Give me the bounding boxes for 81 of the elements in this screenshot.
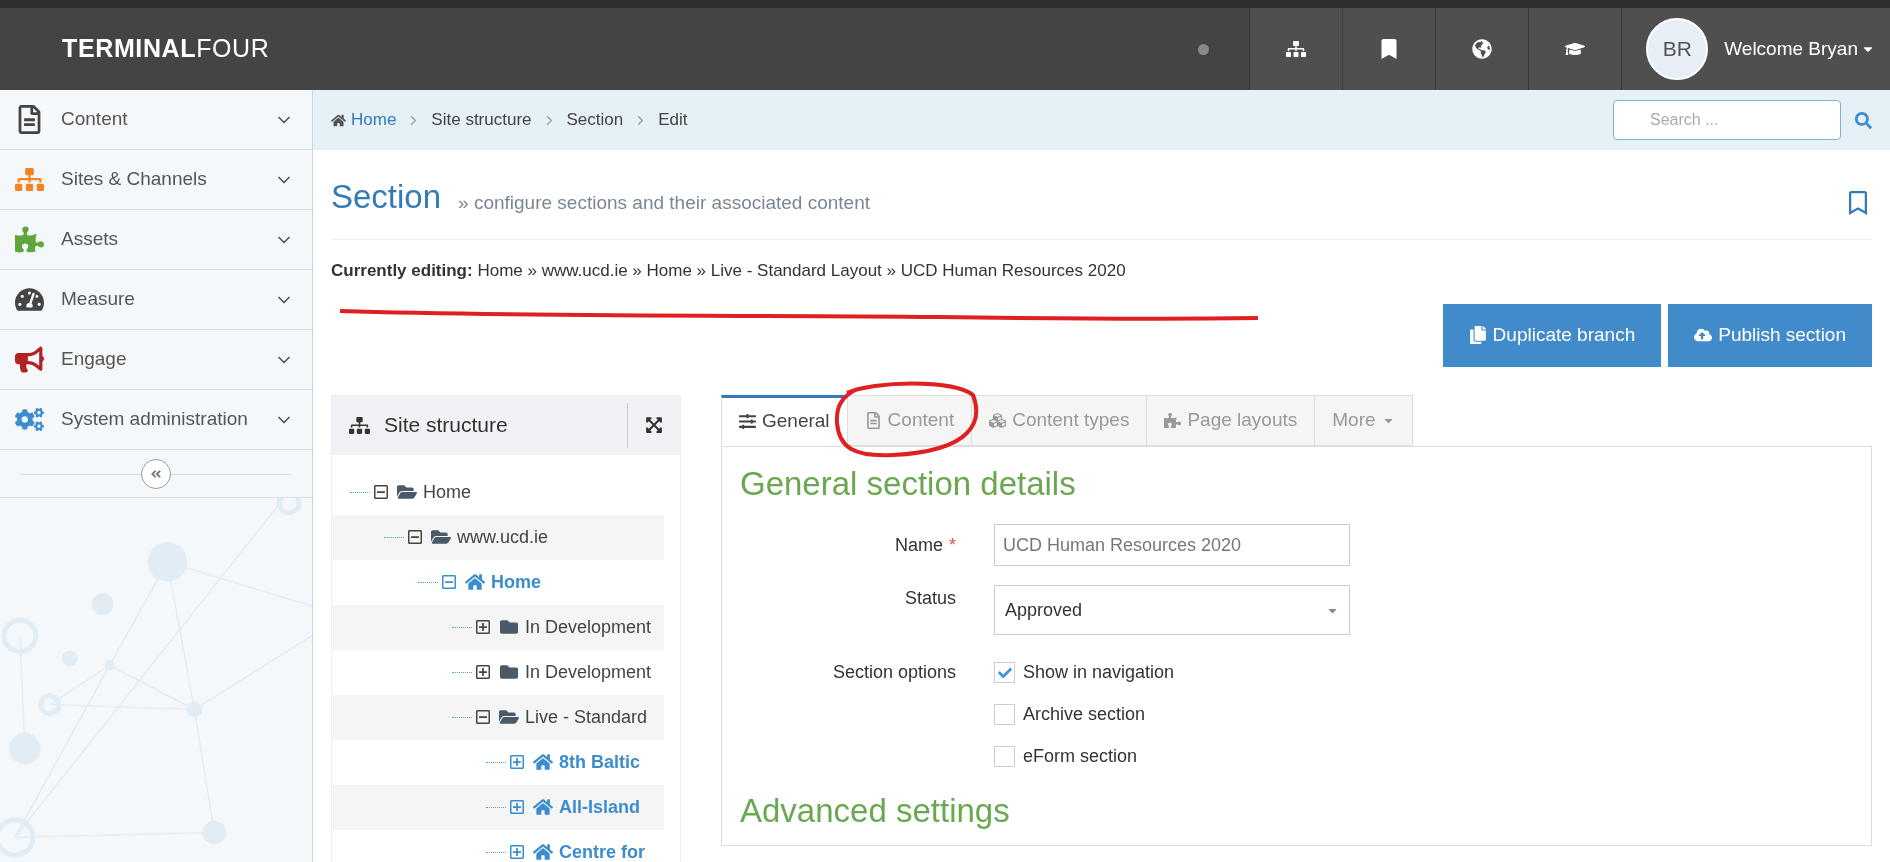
logo[interactable]: TERMINALFOUR [62,30,270,68]
check-icon [997,665,1012,680]
tab[interactable]: General [721,394,848,446]
sidebar-item[interactable]: Engage [0,330,312,390]
page-subtitle: » configure sections and their associated content [458,190,870,215]
breadcrumb-link[interactable]: Edit [658,107,688,133]
bookmark-icon [1379,39,1400,59]
bookmark-icon[interactable] [1848,191,1868,215]
checkbox-option[interactable]: eForm section [994,743,1871,770]
document-icon [864,411,882,429]
checkbox-option[interactable]: Archive section [994,701,1871,728]
page-title: Section [331,176,442,217]
copy-icon [1468,326,1487,344]
expand-icon[interactable] [475,664,491,680]
home-icon [465,573,485,591]
folder-icon [499,708,519,726]
bookmark-button[interactable] [1342,8,1436,90]
folder-icon [397,483,417,501]
tree-item[interactable]: In Development [332,604,664,650]
sidebar-item[interactable]: Content [0,90,312,150]
gauge-icon [15,285,44,314]
home-icon [331,112,346,128]
tree-item[interactable]: Home [332,469,664,515]
double-chevron-left-icon [150,467,162,480]
tree-item[interactable]: 8th Baltic [332,739,664,785]
home-icon [533,753,553,771]
search-field[interactable]: Search ... [1613,100,1841,140]
field-label: Name * [893,533,956,557]
expand-icon[interactable] [475,619,491,635]
field-label: Section options [831,661,956,684]
duplicate-button[interactable]: Duplicate branch [1442,303,1662,367]
publish-button[interactable]: Publish section [1668,303,1872,367]
checkbox-option[interactable]: Show in navigation [994,659,1871,686]
checkbox[interactable] [994,746,1015,767]
breadcrumb-link[interactable]: Section [566,107,624,133]
checkbox[interactable] [994,662,1015,683]
breadcrumb-link[interactable]: Site structure [431,107,532,133]
name-field[interactable]: UCD Human Resources 2020 [994,524,1350,566]
tree-item[interactable]: Live - Standard [332,694,664,740]
tree-item[interactable]: Home [332,559,664,605]
cubes-icon [989,411,1007,429]
collapse-icon[interactable] [373,484,389,500]
expand-icon [645,416,663,434]
sitemap-icon [1286,39,1307,59]
collapse-sidebar-button[interactable] [141,458,171,489]
section-heading: General section details [740,463,1077,504]
puzzle-icon [15,225,44,254]
folder-icon [499,663,519,681]
sidebar-item[interactable]: System administration [0,390,312,450]
sitemap-icon [15,165,44,194]
graduation-cap-button[interactable] [1528,8,1622,90]
folder-icon [431,528,451,546]
field-label: Status [903,587,956,610]
status-select[interactable]: Approved [994,585,1350,635]
sidebar-item[interactable]: Measure [0,270,312,330]
tree-item[interactable]: www.ucd.ie [332,514,664,560]
search-icon[interactable] [1855,111,1872,129]
sitemap-icon [349,414,370,436]
user-avatar[interactable]: BR [1646,18,1709,80]
collapse-icon[interactable] [407,529,423,545]
home-icon [533,843,553,861]
home-icon [533,798,553,816]
puzzle-icon [1164,411,1182,429]
globe-icon [1472,39,1493,59]
globe-button[interactable] [1435,8,1529,90]
cloud-upload-icon [1694,326,1713,344]
section-heading: Advanced settings [740,791,1011,831]
folder-icon [499,618,519,636]
megaphone-icon [15,345,44,374]
user-menu[interactable]: Welcome Bryan [1724,34,1874,64]
tree-item[interactable]: In Development [332,649,664,695]
tree-item[interactable]: Centre for [332,829,664,862]
breadcrumb-link[interactable]: Home [351,107,397,133]
sliders-icon [739,412,756,430]
gears-icon [15,405,44,434]
currently-editing-path: Currently editing: Home » www.ucd.ie » Home » Live - Standard Layout » UCD Human Resources 2020 [331,260,1127,282]
panel-title: Site structure [384,412,509,439]
checkbox[interactable] [994,704,1015,725]
sidebar-item[interactable]: Sites & Channels [0,150,312,210]
sidebar-item[interactable]: Assets [0,210,312,270]
collapse-icon[interactable] [475,709,491,725]
